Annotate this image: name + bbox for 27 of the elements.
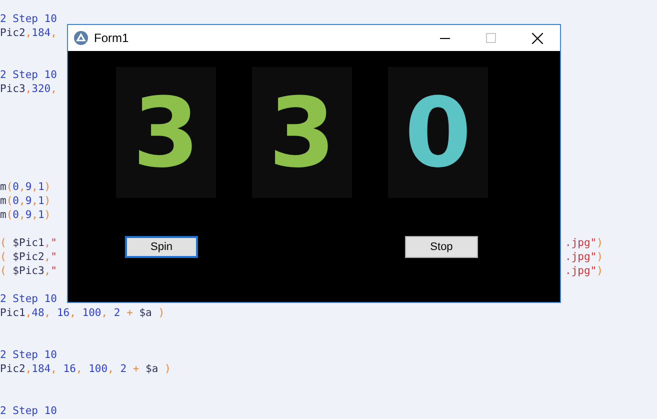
- code-line: m(0,9,1): [0, 180, 51, 194]
- code-line: Pic2,184, 16, 100, 2 + $a ): [0, 362, 171, 376]
- code-line: m(0,9,1): [0, 208, 51, 222]
- code-line: 2 Step 10: [0, 68, 57, 82]
- spin-button[interactable]: Spin: [125, 236, 198, 258]
- code-line: Pic3,320,: [0, 82, 57, 96]
- code-line: 2 Step 10: [0, 404, 57, 418]
- code-line: 2 Step 10: [0, 292, 57, 306]
- close-icon: [532, 32, 542, 44]
- code-line: Pic2,184,: [0, 26, 57, 40]
- reel-digit: 3: [252, 67, 352, 198]
- code-line: 2 Step 10: [0, 348, 57, 362]
- code-line: Pic1,48, 16, 100, 2 + $a ): [0, 306, 165, 320]
- reel-digit: 0: [388, 67, 488, 198]
- code-line: .jpg"): [565, 236, 603, 250]
- code-line: m(0,9,1): [0, 194, 51, 208]
- code-line: 2 Step 10: [0, 12, 57, 26]
- stop-button[interactable]: Stop: [405, 236, 478, 258]
- code-line: ( $Pic2,": [0, 250, 57, 264]
- app-icon: [74, 31, 88, 45]
- reel-digit: 3: [116, 67, 216, 198]
- window-title: Form1: [94, 31, 130, 45]
- code-line: .jpg"): [565, 264, 603, 278]
- code-line: ( $Pic1,": [0, 236, 57, 250]
- code-line: ( $Pic3,": [0, 264, 57, 278]
- maximize-icon: [486, 33, 496, 43]
- code-line: .jpg"): [565, 250, 603, 264]
